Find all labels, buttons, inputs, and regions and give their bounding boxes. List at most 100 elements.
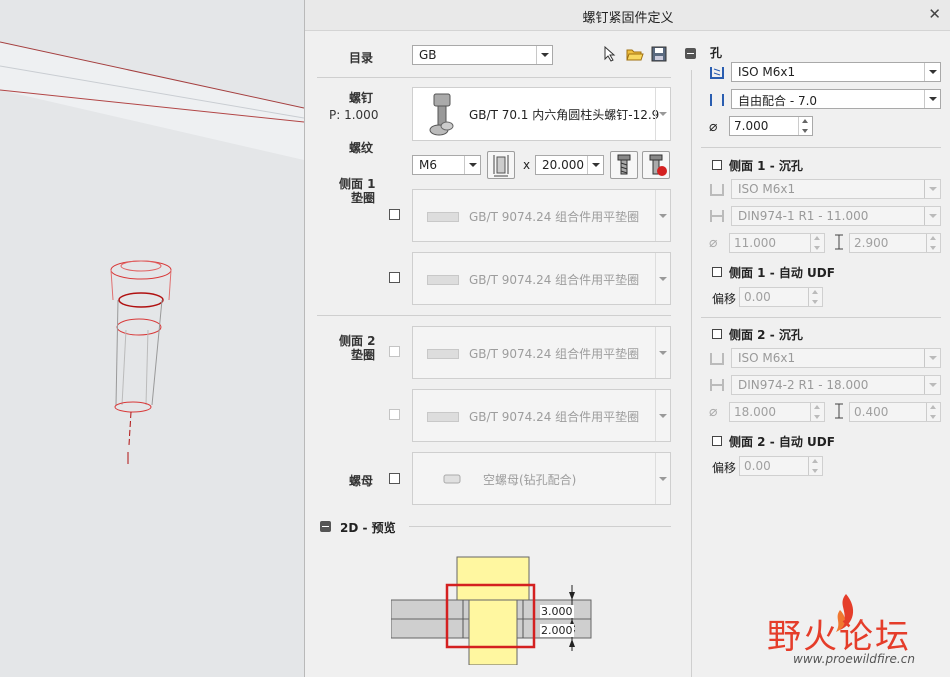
side2-offset-label: 偏移 [712, 461, 737, 475]
model-view [0, 41, 304, 464]
screw-select[interactable]: GB/T 70.1 内六角圆柱头螺钉-12.9 [412, 87, 671, 141]
times-label: x [523, 158, 531, 172]
countersink-spec-icon [709, 378, 725, 395]
side1-countersink-diameter-spinner[interactable]: 11.000 [729, 233, 825, 253]
side2-washer2-select[interactable]: GB/T 9074.24 组合件用平垫圈 [412, 389, 671, 442]
side1-offset-value: 0.00 [744, 290, 771, 304]
bolt-wireframe [110, 260, 172, 464]
screw-options-button[interactable] [610, 151, 638, 179]
catalog-select[interactable]: GB [412, 45, 553, 65]
thread-size-value: M6 [419, 158, 437, 172]
thread-label: 螺纹 [349, 141, 374, 155]
side2-countersink-standard-value: ISO M6x1 [738, 351, 796, 365]
divider [317, 77, 671, 78]
select-cursor-icon[interactable] [603, 45, 617, 65]
side2-udf-label: 侧面 2 - 自动 UDF [729, 435, 835, 449]
open-folder-icon[interactable] [626, 46, 644, 65]
washer-icon [427, 349, 459, 359]
side2-countersink-depth-spinner[interactable]: 0.400 [849, 402, 941, 422]
fastener-dialog: 螺钉紧固件定义 ✕ 目录 GB 螺钉 P: 1.000 GB/T 70.1 内六… [304, 0, 950, 677]
side1-countersink-label: 侧面 1 - 沉孔 [729, 159, 803, 173]
side1-washer1-value: GB/T 9074.24 组合件用平垫圈 [469, 210, 640, 224]
countersink-spec-icon [709, 209, 725, 226]
depth-icon [833, 233, 845, 254]
side2-countersink-standard-select[interactable]: ISO M6x1 [731, 348, 941, 368]
chevron-down-icon [655, 253, 670, 304]
chevron-down-icon [924, 376, 940, 394]
side1-washer2-value: GB/T 9074.24 组合件用平垫圈 [469, 273, 640, 287]
thread-length-value: 20.000 [542, 158, 584, 172]
diameter-icon: ⌀ [709, 119, 718, 135]
nut-value: 空螺母(钻孔配合) [483, 473, 577, 487]
spinner-arrows[interactable] [798, 117, 812, 135]
chevron-down-icon [464, 156, 480, 174]
screw-remove-button[interactable] [642, 151, 670, 179]
spinner-arrows[interactable] [810, 234, 824, 252]
watermark-brand: 野火论坛 [767, 617, 911, 657]
hole-diameter-spinner[interactable]: 7.000 [729, 116, 813, 136]
side2-countersink-spec-select[interactable]: DIN974-2 R1 - 18.000 [731, 375, 941, 395]
screw-label: 螺钉 [349, 91, 374, 105]
side1-countersink-diameter-value: 11.000 [734, 236, 776, 250]
washer-icon [427, 275, 459, 285]
side1-udf-label: 侧面 1 - 自动 UDF [729, 266, 835, 280]
nut-checkbox[interactable] [389, 473, 400, 484]
divider [409, 526, 671, 527]
side1-washer2-select[interactable]: GB/T 9074.24 组合件用平垫圈 [412, 252, 671, 305]
chevron-down-icon [655, 327, 670, 378]
nut-label: 螺母 [349, 474, 374, 488]
countersink-icon [709, 182, 725, 201]
hole-fit-select[interactable]: 自由配合 - 7.0 [731, 89, 941, 109]
divider [701, 317, 941, 318]
collapse-icon[interactable] [685, 48, 696, 59]
spinner-arrows[interactable] [810, 403, 824, 421]
side1-washer1-select[interactable]: GB/T 9074.24 组合件用平垫圈 [412, 189, 671, 242]
side2-washer1-checkbox[interactable] [389, 346, 400, 357]
side1-washer-label-2: 垫圈 [351, 191, 376, 205]
side1-washer2-checkbox[interactable] [389, 272, 400, 283]
side1-washer1-checkbox[interactable] [389, 209, 400, 220]
collapse-icon[interactable] [320, 521, 331, 532]
side2-countersink-checkbox[interactable] [712, 329, 722, 339]
side1-offset-spinner[interactable]: 0.00 [739, 287, 823, 307]
countersink-icon [709, 351, 725, 370]
nut-icon [443, 473, 461, 488]
save-icon[interactable] [651, 46, 667, 65]
spinner-arrows[interactable] [926, 234, 940, 252]
spinner-arrows[interactable] [926, 403, 940, 421]
side2-offset-spinner[interactable]: 0.00 [739, 456, 823, 476]
side2-udf-checkbox[interactable] [712, 436, 722, 446]
thread-length-measure-button[interactable] [487, 151, 515, 179]
side1-countersink-standard-select[interactable]: ISO M6x1 [731, 179, 941, 199]
hole-standard-select[interactable]: ISO M6x1 [731, 62, 941, 82]
nut-select[interactable]: 空螺母(钻孔配合) [412, 452, 671, 505]
diameter-icon: ⌀ [709, 404, 718, 420]
side2-washer1-select[interactable]: GB/T 9074.24 组合件用平垫圈 [412, 326, 671, 379]
screw-part: GB/T 70.1 内六角圆柱头螺钉-12.9 [469, 108, 660, 122]
side1-countersink-standard-value: ISO M6x1 [738, 182, 796, 196]
3d-viewport[interactable] [0, 0, 304, 677]
close-icon[interactable]: ✕ [928, 5, 941, 23]
side1-countersink-spec-value: DIN974-1 R1 - 11.000 [738, 209, 869, 223]
thread-length-select[interactable]: 20.000 [535, 155, 604, 175]
side1-offset-label: 偏移 [712, 292, 737, 306]
washer-icon [427, 412, 459, 422]
side2-countersink-diameter-spinner[interactable]: 18.000 [729, 402, 825, 422]
side2-countersink-label: 侧面 2 - 沉孔 [729, 328, 803, 342]
side1-countersink-checkbox[interactable] [712, 160, 722, 170]
chevron-down-icon [924, 63, 940, 81]
side2-washer2-value: GB/T 9074.24 组合件用平垫圈 [469, 410, 640, 424]
side1-countersink-spec-select[interactable]: DIN974-1 R1 - 11.000 [731, 206, 941, 226]
side2-countersink-diameter-value: 18.000 [734, 405, 776, 419]
side2-washer-label-2: 垫圈 [351, 348, 376, 362]
chevron-down-icon [655, 88, 670, 140]
side1-countersink-depth-spinner[interactable]: 2.900 [849, 233, 941, 253]
thread-size-select[interactable]: M6 [412, 155, 481, 175]
catalog-label: 目录 [349, 51, 374, 65]
column-divider [691, 70, 692, 677]
side2-washer2-checkbox[interactable] [389, 409, 400, 420]
spinner-arrows[interactable] [808, 288, 822, 306]
spinner-arrows[interactable] [808, 457, 822, 475]
side1-udf-checkbox[interactable] [712, 267, 722, 277]
side2-countersink-spec-value: DIN974-2 R1 - 18.000 [738, 378, 869, 392]
